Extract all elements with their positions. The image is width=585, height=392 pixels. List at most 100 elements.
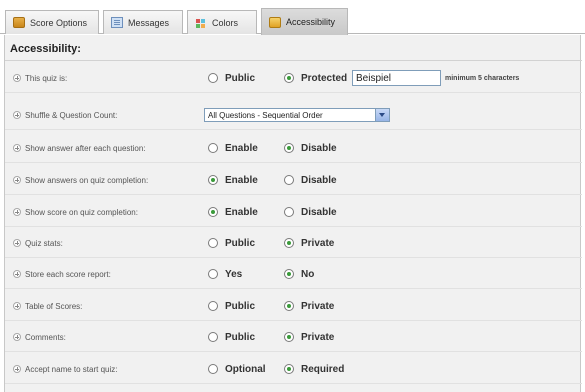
divider [5, 162, 582, 163]
radio-label: Optional [225, 363, 266, 375]
radio-button[interactable] [208, 175, 218, 185]
radio-enable[interactable]: Enable [208, 134, 258, 162]
label-text: Table of Scores: [25, 301, 83, 311]
row-accept-name: Accept name to start quiz: Optional Requ… [5, 355, 582, 383]
row-show-answers-completion: Show answers on quiz completion: Enable … [5, 166, 582, 194]
expand-icon[interactable] [13, 176, 21, 184]
accessibility-panel: Accessibility: This quiz is: Public Prot… [4, 35, 582, 392]
label-text: Show answers on quiz completion: [25, 175, 149, 185]
radio-enable[interactable]: Enable [208, 166, 258, 194]
expand-icon[interactable] [13, 111, 21, 119]
row-label-quiz-access: This quiz is: [13, 64, 67, 92]
tab-label: Accessibility [286, 17, 336, 27]
radio-button[interactable] [284, 332, 294, 342]
label-text: Shuffle & Question Count: [25, 110, 118, 120]
radio-public[interactable]: Public [208, 292, 255, 320]
expand-icon[interactable] [13, 270, 21, 278]
radio-private[interactable]: Private [284, 229, 334, 257]
radio-disable[interactable]: Disable [284, 134, 337, 162]
label-text: Store each score report: [25, 269, 111, 279]
radio-label: Private [301, 237, 335, 249]
radio-enable[interactable]: Enable [208, 198, 258, 226]
radio-button[interactable] [208, 269, 218, 279]
radio-label: Private [301, 300, 335, 312]
expand-icon[interactable] [13, 144, 21, 152]
radio-button[interactable] [208, 301, 218, 311]
row-label-table-scores: Table of Scores: [13, 292, 82, 320]
radio-public[interactable]: Public [208, 229, 255, 257]
tab-score-options[interactable]: Score Options [5, 10, 99, 34]
radio-private[interactable]: Private [284, 292, 334, 320]
row-label-accept-name: Accept name to start quiz: [13, 355, 118, 383]
expand-icon[interactable] [13, 74, 21, 82]
radio-label: Protected [301, 72, 348, 84]
row-table-scores: Table of Scores: Public Private [5, 292, 582, 320]
radio-disable[interactable]: Disable [284, 166, 337, 194]
radio-optional[interactable]: Optional [208, 355, 266, 383]
password-input[interactable] [352, 70, 441, 86]
expand-icon[interactable] [13, 239, 21, 247]
expand-icon[interactable] [13, 302, 21, 310]
score-icon [13, 17, 25, 28]
row-label-store-report: Store each score report: [13, 260, 111, 288]
radio-button[interactable] [208, 143, 218, 153]
row-comments: Comments: Public Private [5, 323, 582, 351]
expand-icon[interactable] [13, 208, 21, 216]
radio-public[interactable]: Public [208, 64, 255, 92]
tab-messages[interactable]: Messages [103, 10, 183, 34]
radio-button[interactable] [208, 238, 218, 248]
radio-disable[interactable]: Disable [284, 198, 337, 226]
tab-accessibility[interactable]: Accessibility [261, 8, 348, 35]
radio-label: Private [301, 331, 335, 343]
tab-label: Score Options [30, 17, 88, 28]
radio-button[interactable] [208, 73, 218, 83]
divider [5, 351, 582, 352]
label-text: Accept name to start quiz: [25, 364, 118, 374]
select-value: All Questions - Sequential Order [208, 110, 323, 120]
radio-button[interactable] [284, 364, 294, 374]
radio-button[interactable] [284, 301, 294, 311]
divider [5, 288, 582, 289]
radio-button[interactable] [208, 332, 218, 342]
label-text: Comments: [25, 332, 66, 342]
radio-private[interactable]: Private [284, 323, 334, 351]
radio-no[interactable]: No [284, 260, 314, 288]
radio-button[interactable] [284, 207, 294, 217]
radio-button[interactable] [284, 175, 294, 185]
radio-button[interactable] [284, 73, 294, 83]
radio-button[interactable] [284, 238, 294, 248]
row-store-report: Store each score report: Yes No [5, 260, 582, 288]
row-quiz-stats: Quiz stats: Public Private [5, 229, 582, 257]
row-shuffle: Shuffle & Question Count: All Questions … [5, 101, 582, 129]
radio-label: Required [301, 363, 345, 375]
divider [5, 320, 582, 321]
expand-icon[interactable] [13, 365, 21, 373]
accessibility-icon [269, 16, 281, 28]
row-show-score-completion: Show score on quiz completion: Enable Di… [5, 198, 582, 226]
label-text: Quiz stats: [25, 238, 63, 248]
radio-required[interactable]: Required [284, 355, 344, 383]
radio-public[interactable]: Public [208, 323, 255, 351]
password-hint: minimum 5 characters [445, 74, 520, 82]
tab-colors[interactable]: Colors [187, 10, 257, 34]
shuffle-select[interactable]: All Questions - Sequential Order [204, 108, 390, 122]
radio-label: Disable [301, 206, 337, 218]
radio-button[interactable] [284, 143, 294, 153]
radio-label: Disable [301, 174, 337, 186]
row-quiz-access: This quiz is: Public Protected minimum 5… [5, 64, 582, 92]
label-text: This quiz is: [25, 73, 68, 83]
label-text: Show score on quiz completion: [25, 207, 138, 217]
expand-icon[interactable] [13, 333, 21, 341]
radio-label: Enable [225, 142, 258, 154]
radio-button[interactable] [208, 207, 218, 217]
radio-label: Enable [225, 174, 258, 186]
chevron-down-icon[interactable] [375, 109, 389, 121]
radio-button[interactable] [208, 364, 218, 374]
radio-label: Public [225, 300, 256, 312]
row-label-comments: Comments: [13, 323, 66, 351]
radio-yes[interactable]: Yes [208, 260, 242, 288]
radio-button[interactable] [284, 269, 294, 279]
radio-label: Public [225, 237, 256, 249]
radio-protected[interactable]: Protected [284, 64, 347, 92]
row-label-show-answers-completion: Show answers on quiz completion: [13, 166, 148, 194]
